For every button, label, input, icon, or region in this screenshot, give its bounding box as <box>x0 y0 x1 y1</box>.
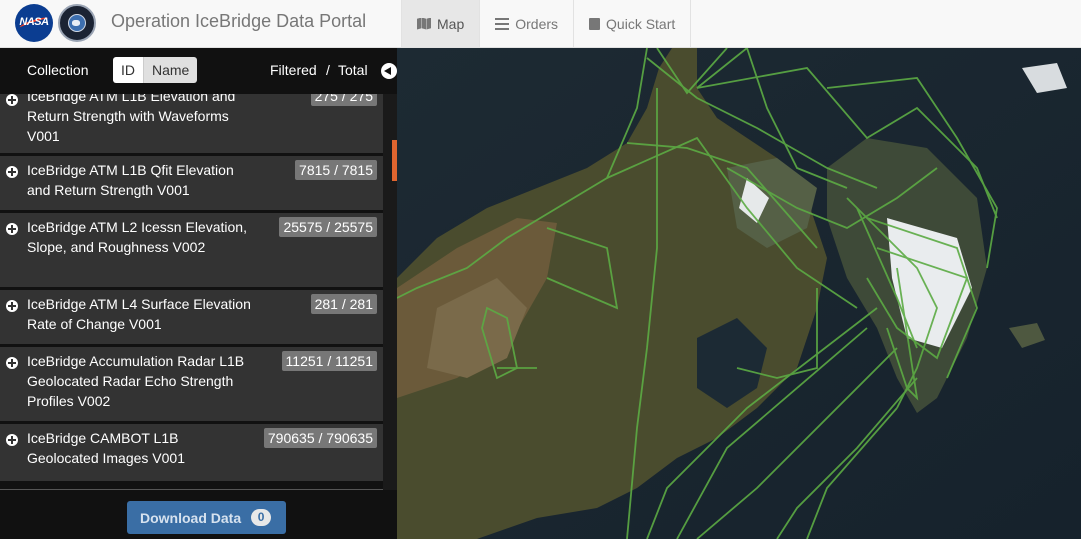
collection-count-badge: 7815 / 7815 <box>295 160 377 180</box>
sort-toggle: ID Name <box>113 57 198 83</box>
collapse-sidebar-icon[interactable] <box>381 63 397 79</box>
nav-map[interactable]: Map <box>401 0 480 47</box>
filtered-label: Filtered <box>270 62 317 78</box>
toggle-id-button[interactable]: ID <box>113 57 143 83</box>
collection-sidebar: Collection ID Name Filtered / Total IceB… <box>0 48 397 539</box>
collection-count-badge: 11251 / 11251 <box>281 351 377 371</box>
total-label: Total <box>338 62 368 78</box>
collection-count-badge: 25575 / 25575 <box>279 217 377 237</box>
add-collection-icon[interactable] <box>6 357 18 369</box>
map-view[interactable] <box>397 48 1081 539</box>
filtered-total-separator: / <box>326 62 330 78</box>
collection-name: IceBridge ATM L2 Icessn Elevation, Slope… <box>27 219 247 255</box>
nav-map-label: Map <box>437 15 465 32</box>
list-item[interactable]: IceBridge ATM L4 Surface Elevation Rate … <box>0 290 383 347</box>
collection-count-badge: 275 / 275 <box>310 94 377 106</box>
top-navbar: NASA Operation IceBridge Data Portal Map… <box>0 0 1081 48</box>
collection-list[interactable]: IceBridge ATM L1B Elevation and Return S… <box>0 94 383 490</box>
map-canvas[interactable] <box>397 48 1081 539</box>
nav-orders[interactable]: Orders <box>479 0 573 47</box>
globe-icon <box>68 14 86 32</box>
portal-title[interactable]: Operation IceBridge Data Portal <box>111 11 366 32</box>
list-scrollbar[interactable] <box>383 94 397 490</box>
book-icon <box>589 17 601 30</box>
sidebar-header: Collection ID Name Filtered / Total <box>0 48 397 94</box>
collection-name: IceBridge CAMBOT L1B Geolocated Images V… <box>27 430 185 466</box>
add-collection-icon[interactable] <box>6 166 18 178</box>
icebridge-logo[interactable] <box>58 4 96 42</box>
add-collection-icon[interactable] <box>6 300 18 312</box>
list-item[interactable]: IceBridge Accumulation Radar L1B Geoloca… <box>0 347 383 424</box>
nasa-logo[interactable]: NASA <box>15 4 53 42</box>
toggle-name-button[interactable]: Name <box>143 57 198 83</box>
nav-quick-start[interactable]: Quick Start <box>573 0 692 47</box>
nasa-logo-text: NASA <box>19 16 49 28</box>
collection-name: IceBridge ATM L1B Qfit Elevation and Ret… <box>27 162 234 198</box>
download-data-label: Download Data <box>140 509 242 526</box>
main-nav: Map Orders Quick Start <box>401 0 692 47</box>
sidebar-footer: Download Data 0 <box>0 490 397 539</box>
list-item[interactable]: IceBridge ATM L1B Qfit Elevation and Ret… <box>0 156 383 213</box>
download-data-button[interactable]: Download Data 0 <box>127 501 286 534</box>
collection-name: IceBridge ATM L1B Elevation and Return S… <box>27 94 236 144</box>
collection-name: IceBridge Accumulation Radar L1B Geoloca… <box>27 353 245 409</box>
list-item[interactable]: IceBridge CAMBOT L1B Geolocated Images V… <box>0 424 383 484</box>
list-icon <box>495 17 510 30</box>
list-item[interactable]: IceBridge ATM L1B Elevation and Return S… <box>0 94 383 156</box>
download-count-badge: 0 <box>251 509 272 526</box>
collection-name: IceBridge ATM L4 Surface Elevation Rate … <box>27 296 251 332</box>
add-collection-icon[interactable] <box>6 434 18 446</box>
add-collection-icon[interactable] <box>6 223 18 235</box>
nav-orders-label: Orders <box>515 15 559 32</box>
nav-quick-start-label: Quick Start <box>606 15 676 32</box>
add-collection-icon[interactable] <box>6 94 18 106</box>
list-item[interactable]: IceBridge ATM L2 Icessn Elevation, Slope… <box>0 213 383 290</box>
map-icon <box>417 17 431 30</box>
collection-count-badge: 281 / 281 <box>310 294 377 314</box>
collection-label: Collection <box>27 62 89 78</box>
collection-count-badge: 790635 / 790635 <box>263 428 377 448</box>
